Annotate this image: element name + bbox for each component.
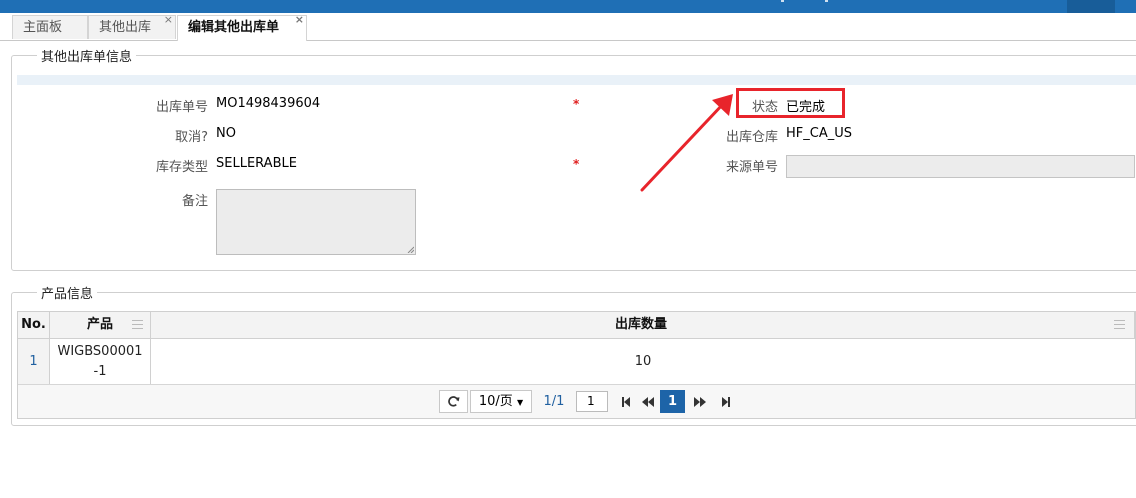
- required-mark: *: [573, 157, 580, 171]
- tab-label: 编辑其他出库单: [188, 20, 280, 35]
- header-dot: [781, 0, 784, 2]
- header-dot: [825, 0, 828, 2]
- panel-stripe: [17, 75, 1136, 85]
- tab-other-outbound[interactable]: 其他出库 ×: [88, 13, 176, 39]
- status-highlight-box: [736, 88, 845, 118]
- current-page-button[interactable]: 1: [660, 390, 685, 413]
- chevron-down-icon: ▼: [516, 398, 524, 407]
- grid-pager: 10/页 ▼ 1/1 1 1: [18, 385, 1135, 418]
- last-page-icon: [722, 397, 730, 407]
- refresh-button[interactable]: [439, 390, 468, 413]
- next-page-icon: [694, 397, 706, 407]
- required-mark: *: [573, 97, 580, 111]
- next-page-button[interactable]: [690, 390, 710, 413]
- cancelled-label: 取消?: [175, 130, 208, 145]
- warehouse-value: HF_CA_US: [786, 126, 852, 141]
- stock-type-value: SELLERABLE: [216, 156, 297, 171]
- product-code-line2: -1: [93, 364, 107, 379]
- header-user-block[interactable]: [1067, 0, 1115, 13]
- page-size-value: 10/页: [478, 394, 513, 409]
- tab-edit-other-outbound[interactable]: 编辑其他出库单 ×: [177, 13, 307, 41]
- column-menu-icon[interactable]: [1114, 320, 1125, 329]
- tab-label: 其他出库: [99, 20, 152, 35]
- prev-page-button[interactable]: [638, 390, 658, 413]
- order-no-label: 出库单号: [155, 100, 208, 115]
- annotation-arrow-icon: [640, 94, 733, 192]
- order-info-legend: 其他出库单信息: [41, 50, 133, 65]
- remark-label: 备注: [181, 194, 208, 209]
- last-page-button[interactable]: [716, 390, 736, 413]
- column-divider: [1134, 312, 1135, 338]
- tab-label: 主面板: [23, 20, 63, 35]
- tab-bar: 主面板 其他出库 × 编辑其他出库单 ×: [0, 13, 1136, 41]
- source-no-input[interactable]: [786, 155, 1135, 178]
- refresh-icon: [448, 396, 460, 407]
- table-row[interactable]: 1 WIGBS00001 -1 10: [18, 339, 1135, 385]
- first-page-icon: [622, 397, 630, 407]
- product-code-line1: WIGBS00001: [57, 344, 143, 359]
- row-number: 1: [18, 339, 50, 384]
- first-page-button[interactable]: [616, 390, 636, 413]
- cancelled-value: NO: [216, 126, 236, 141]
- prev-page-icon: [642, 397, 654, 407]
- stock-type-label: 库存类型: [155, 160, 208, 175]
- product-info-legend: 产品信息: [41, 287, 94, 302]
- quantity-cell: 10: [634, 354, 652, 369]
- order-no-value: MO1498439604: [216, 96, 321, 111]
- column-header-no: No.: [21, 317, 46, 332]
- page-info: 1/1: [543, 394, 565, 409]
- grid-header: No. 产品 出库数量: [18, 312, 1135, 339]
- remark-textarea[interactable]: [216, 189, 416, 255]
- product-cell: WIGBS00001 -1: [50, 342, 150, 382]
- column-menu-icon[interactable]: [132, 320, 143, 329]
- resize-grip-icon[interactable]: [407, 246, 414, 253]
- product-grid: No. 产品 出库数量 1 WIGBS00001 -1 10 10/页 ▼ 1/…: [17, 311, 1136, 419]
- tab-close-icon[interactable]: ×: [164, 8, 173, 32]
- tab-close-icon[interactable]: ×: [295, 8, 304, 32]
- column-header-quantity[interactable]: 出库数量: [151, 312, 1131, 338]
- page-size-select[interactable]: 10/页 ▼: [470, 390, 532, 413]
- page-number-input[interactable]: 1: [576, 391, 608, 412]
- tab-dashboard[interactable]: 主面板: [12, 15, 88, 39]
